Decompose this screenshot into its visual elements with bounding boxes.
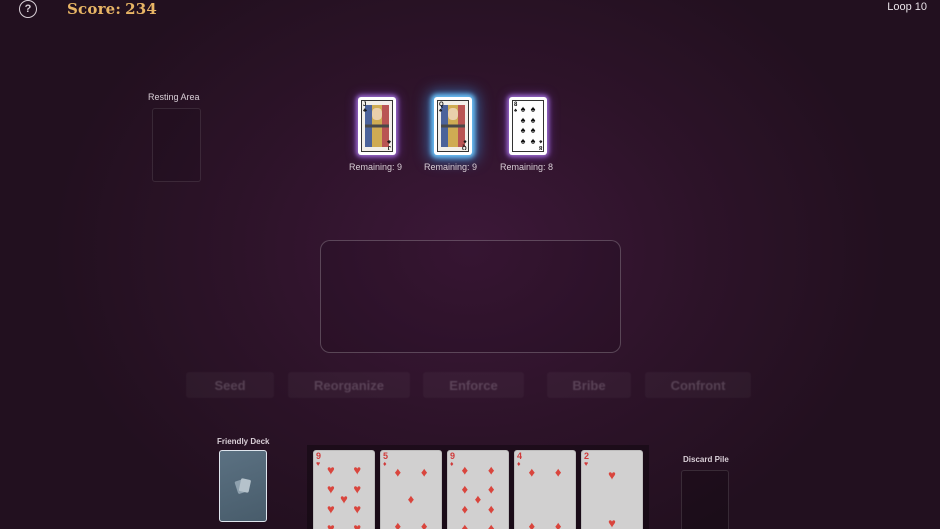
diamond-icon: ♦ [420, 518, 428, 529]
enemy-remaining-1: Remaining: 9 [349, 162, 403, 172]
seed-button[interactable]: Seed [186, 372, 274, 398]
enemy-card-corner: 8 ♠ [538, 138, 542, 150]
hand-card[interactable]: 4 ♦ ♦ ♦ ♦ ♦ [514, 450, 576, 529]
loop-counter: Loop 10 [887, 1, 927, 13]
heart-icon: ♥ [353, 501, 362, 517]
spade-pips: ♠ ♠ ♠ ♠ ♠ ♠ ♠ ♠ [518, 105, 538, 147]
discard-pile[interactable] [681, 470, 729, 529]
enemy-card-1[interactable]: J ♣ J ♣ [358, 97, 396, 155]
enforce-button[interactable]: Enforce [423, 372, 524, 398]
heart-icon: ♥ [326, 462, 335, 478]
diamond-icon: ♦ [487, 501, 495, 517]
heart-icon: ♥ [326, 501, 335, 517]
diamond-icon: ♦ [461, 520, 469, 529]
confront-button[interactable]: Confront [645, 372, 751, 398]
spade-icon: ♠ [520, 135, 526, 146]
heart-icon: ♥ [353, 481, 362, 497]
friendly-deck-label: Friendly Deck [217, 437, 270, 446]
friendly-deck[interactable] [219, 450, 267, 522]
score-value: 234 [125, 0, 158, 18]
diamond-icon: ♦ [407, 491, 415, 507]
spade-icon: ♠ [530, 104, 536, 114]
diamond-icon: ♦ [554, 518, 562, 529]
score-display: Score: 234 [67, 0, 157, 18]
heart-icon: ♥ [326, 520, 335, 529]
diamond-icon: ♦ [420, 464, 428, 480]
spade-icon: ♠ [520, 125, 526, 135]
spade-icon: ♠ [530, 135, 536, 146]
hand-card-suit: ♥ [584, 461, 589, 468]
jack-court-art [365, 105, 389, 147]
diamond-icon: ♦ [394, 464, 402, 480]
diamond-icon: ♦ [474, 491, 482, 507]
play-area[interactable] [320, 240, 621, 353]
resting-area-slot[interactable] [152, 108, 201, 182]
hand-card-suit: ♥ [316, 461, 321, 468]
diamond-icon: ♦ [487, 520, 495, 529]
discard-pile-label: Discard Pile [683, 455, 729, 464]
heart-icon: ♥ [353, 520, 362, 529]
enemy-card-corner: Q ♠ [439, 102, 444, 114]
heart-icon: ♥ [353, 462, 362, 478]
hand-card[interactable]: 5 ♦ ♦ ♦ ♦ ♦ ♦ [380, 450, 442, 529]
diamond-icon: ♦ [528, 464, 536, 480]
hand-card-rank: 5 [383, 451, 389, 461]
hand-card-suit: ♦ [517, 461, 521, 468]
diamond-icon: ♦ [394, 518, 402, 529]
heart-icon: ♥ [608, 467, 616, 483]
enemy-card-face: ♠ ♠ ♠ ♠ ♠ ♠ ♠ ♠ 8 ♠ 8 ♠ [512, 100, 544, 152]
hand-card-rank: 9 [450, 451, 456, 461]
enemy-card-corner: J ♣ [387, 138, 391, 150]
heart-icon: ♥ [340, 491, 348, 507]
heart-icon: ♥ [608, 515, 616, 529]
spade-icon: ♠ [530, 125, 536, 135]
diamond-icon: ♦ [554, 464, 562, 480]
hand-card-rank: 2 [584, 451, 590, 461]
diamond-icon: ♦ [487, 462, 495, 478]
enemy-card-corner: Q ♠ [462, 138, 467, 150]
resting-area-label: Resting Area [148, 92, 200, 102]
hand-card-rank: 9 [316, 451, 322, 461]
hand-card[interactable]: 9 ♦ ♦ ♦ ♦ ♦ ♦ ♦ ♦ ♦ ♦ [447, 450, 509, 529]
heart-icon: ♥ [326, 481, 335, 497]
enemy-remaining-3: Remaining: 8 [500, 162, 554, 172]
bribe-button[interactable]: Bribe [547, 372, 631, 398]
diamond-icon: ♦ [487, 481, 495, 497]
hand-card-suit: ♦ [450, 461, 454, 468]
hand-card-suit: ♦ [383, 461, 387, 468]
enemy-card-face: Q ♠ Q ♠ [437, 100, 469, 152]
hand-card[interactable]: 2 ♥ ♥ ♥ [581, 450, 643, 529]
enemy-card-corner: 8 ♠ [514, 102, 518, 114]
reorganize-button[interactable]: Reorganize [288, 372, 410, 398]
enemy-card-2[interactable]: Q ♠ Q ♠ [434, 97, 472, 155]
question-mark-icon: ? [24, 3, 32, 15]
hand-card[interactable]: 9 ♥ ♥ ♥ ♥ ♥ ♥ ♥ ♥ ♥ ♥ [313, 450, 375, 529]
enemy-card-3[interactable]: ♠ ♠ ♠ ♠ ♠ ♠ ♠ ♠ 8 ♠ 8 ♠ [509, 97, 547, 155]
enemy-card-face: J ♣ J ♣ [361, 100, 393, 152]
diamond-icon: ♦ [528, 518, 536, 529]
enemy-remaining-2: Remaining: 9 [424, 162, 478, 172]
cards-icon [234, 478, 251, 494]
score-label: Score: [67, 0, 122, 18]
diamond-icon: ♦ [461, 501, 469, 517]
diamond-icon: ♦ [461, 481, 469, 497]
enemy-card-corner: J ♣ [363, 102, 367, 114]
help-button[interactable]: ? [19, 0, 37, 18]
spade-icon: ♠ [520, 104, 526, 114]
hand-card-rank: 4 [517, 451, 523, 461]
diamond-icon: ♦ [461, 462, 469, 478]
